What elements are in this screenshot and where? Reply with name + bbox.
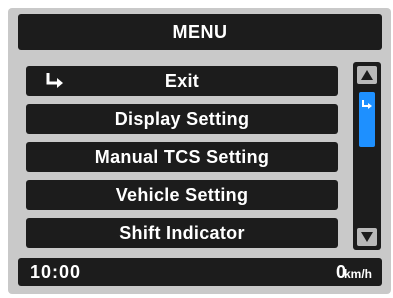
- menu-item-label: Vehicle Setting: [115, 184, 249, 205]
- scrollbar-track[interactable]: [353, 62, 381, 250]
- scroll-down-button[interactable]: [357, 228, 377, 246]
- scroll-up-button[interactable]: [357, 66, 377, 84]
- menu-item-display-setting[interactable]: Display Setting: [26, 104, 338, 134]
- display-frame: MENU Exit Display Setting Manual TCS Set…: [0, 0, 393, 298]
- menu-title: MENU: [18, 14, 382, 50]
- menu-item-shift-indicator[interactable]: Shift Indicator: [26, 218, 338, 248]
- return-arrow-icon: [362, 100, 372, 109]
- menu-item-label: Manual TCS Setting: [94, 146, 270, 167]
- menu-title-text: MENU: [172, 21, 228, 42]
- triangle-down-icon: [361, 232, 373, 242]
- menu-item-exit[interactable]: Exit: [26, 66, 338, 96]
- menu-item-vehicle-setting[interactable]: Vehicle Setting: [26, 180, 338, 210]
- triangle-up-icon: [361, 70, 373, 80]
- menu-item-manual-tcs-setting[interactable]: Manual TCS Setting: [26, 142, 338, 172]
- menu-item-label: Display Setting: [114, 108, 250, 129]
- status-bar: 10:00 0 km/h: [18, 258, 382, 286]
- return-arrow-icon: [46, 73, 63, 88]
- menu-item-label: Exit: [164, 70, 200, 91]
- scrollbar-thumb[interactable]: [359, 92, 375, 147]
- speed-unit: km/h: [343, 267, 372, 281]
- menu-item-label: Shift Indicator: [119, 222, 245, 243]
- clock-display: 10:00: [30, 262, 82, 282]
